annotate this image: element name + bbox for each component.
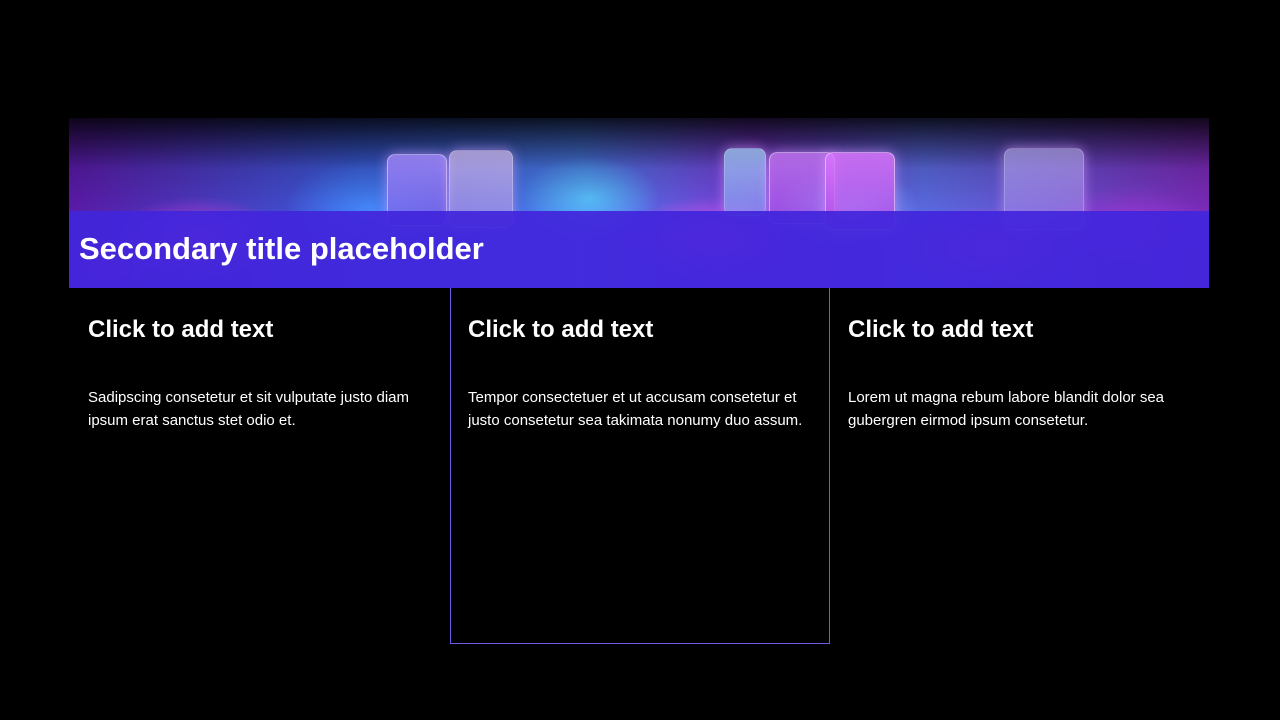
column-heading[interactable]: Click to add text bbox=[468, 316, 653, 344]
column-body-text[interactable]: Lorem ut magna rebum labore blandit dolo… bbox=[848, 386, 1193, 432]
column-heading[interactable]: Click to add text bbox=[88, 316, 273, 344]
banner-cube bbox=[724, 148, 766, 216]
column-heading[interactable]: Click to add text bbox=[848, 316, 1033, 344]
slide-title[interactable]: Secondary title placeholder bbox=[79, 231, 484, 267]
column-body-text[interactable]: Sadipscing consetetur et sit vulputate j… bbox=[88, 386, 433, 432]
column-body-text[interactable]: Tempor consectetuer et ut accusam conset… bbox=[468, 386, 813, 432]
title-bar[interactable]: Secondary title placeholder bbox=[69, 211, 1209, 288]
slide: Secondary title placeholder Click to add… bbox=[0, 0, 1280, 720]
content-column-2-selected[interactable]: Click to add text Tempor consectetuer et… bbox=[450, 288, 830, 644]
